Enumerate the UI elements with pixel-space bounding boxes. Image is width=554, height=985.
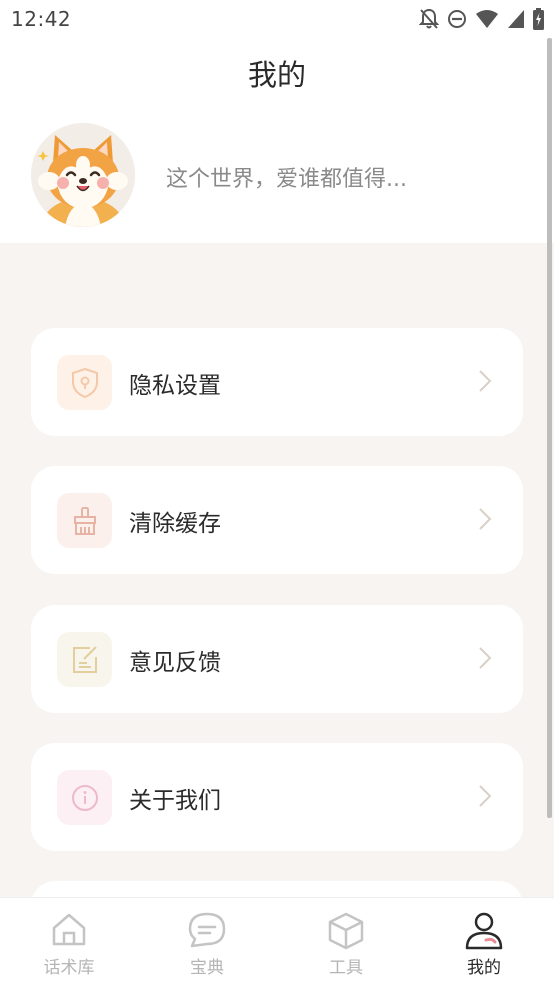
tab-mine[interactable]: 我的 bbox=[415, 898, 553, 985]
profile-bio: 这个世界，爱谁都值得... bbox=[166, 167, 407, 192]
menu-icon-box bbox=[57, 355, 112, 410]
notifications-off-icon bbox=[419, 8, 439, 29]
status-bar: 12:42 bbox=[0, 0, 554, 38]
wifi-icon bbox=[476, 10, 498, 28]
cube-icon bbox=[328, 912, 364, 950]
menu-item-label: 意见反馈 bbox=[129, 650, 221, 676]
scrollbar[interactable] bbox=[547, 38, 552, 818]
broom-icon bbox=[73, 506, 96, 535]
tab-label: 话术库 bbox=[43, 958, 95, 978]
chevron-right-icon bbox=[479, 785, 492, 807]
menu-item-privacy-settings[interactable]: 隐私设置 bbox=[31, 328, 523, 436]
menu-icon-box bbox=[57, 632, 112, 687]
do-not-disturb-icon bbox=[448, 10, 466, 28]
page-title: 我的 bbox=[247, 58, 306, 92]
tab-tools[interactable]: 工具 bbox=[277, 898, 415, 985]
tab-script-library[interactable]: 话术库 bbox=[0, 898, 138, 985]
profile-header: 我的 这个世界，爱谁都值得... bbox=[0, 38, 554, 243]
info-icon bbox=[71, 784, 98, 811]
chat-bubble-icon bbox=[188, 912, 226, 948]
menu-item-clear-cache[interactable]: 清除缓存 bbox=[31, 466, 523, 574]
cellular-signal-icon bbox=[508, 10, 524, 28]
chevron-right-icon bbox=[479, 370, 492, 392]
menu-icon-box bbox=[57, 770, 112, 825]
menu-icon-box bbox=[57, 493, 112, 548]
user-icon bbox=[465, 912, 503, 950]
tab-label: 我的 bbox=[467, 958, 501, 978]
tab-label: 工具 bbox=[329, 958, 363, 978]
shiba-dog-avatar-icon bbox=[31, 123, 135, 227]
menu-item-label: 关于我们 bbox=[129, 788, 221, 814]
menu-item-feedback[interactable]: 意见反馈 bbox=[31, 605, 523, 713]
tab-guide[interactable]: 宝典 bbox=[138, 898, 276, 985]
avatar[interactable] bbox=[31, 123, 135, 227]
chevron-right-icon bbox=[479, 647, 492, 669]
menu-item-label: 清除缓存 bbox=[129, 511, 221, 537]
tab-label: 宝典 bbox=[190, 958, 224, 978]
bottom-tab-bar: 话术库 宝典 工具 我的 bbox=[0, 897, 554, 985]
chevron-right-icon bbox=[479, 508, 492, 530]
edit-note-icon bbox=[72, 645, 97, 673]
status-icons bbox=[419, 8, 544, 30]
menu-item-label: 隐私设置 bbox=[129, 373, 221, 399]
shield-lock-icon bbox=[71, 367, 98, 398]
status-time: 12:42 bbox=[11, 7, 72, 31]
home-icon bbox=[52, 913, 86, 946]
menu-item-about-us[interactable]: 关于我们 bbox=[31, 743, 523, 851]
battery-charging-icon bbox=[533, 8, 544, 30]
